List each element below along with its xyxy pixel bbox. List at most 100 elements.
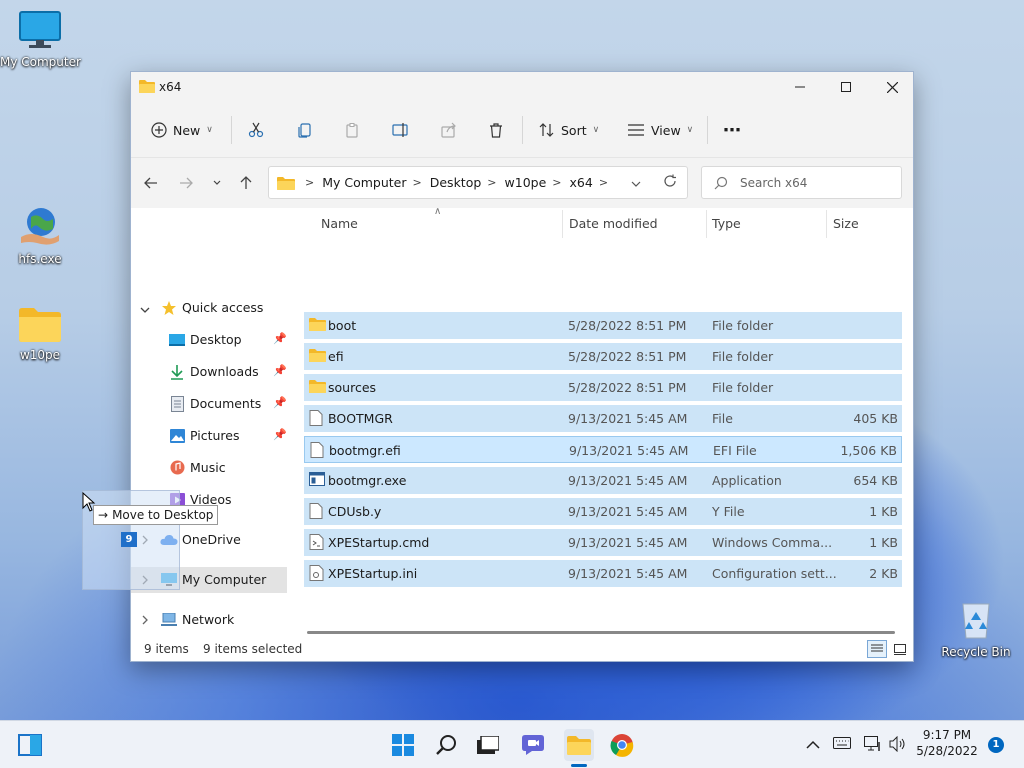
file-icon: [309, 503, 323, 519]
table-row[interactable]: bootmgr.efi 9/13/2021 5:45 AM EFI File 1…: [304, 436, 902, 463]
folder-icon: [567, 736, 591, 755]
close-button[interactable]: [869, 72, 915, 102]
network-status-button[interactable]: [864, 736, 882, 755]
more-options-button[interactable]: ⋯: [723, 116, 742, 144]
file-list: ∧ Name Date modified Type Size boot 5/28…: [291, 206, 913, 640]
desktop-icon-recycle-bin[interactable]: Recycle Bin: [936, 600, 1016, 659]
keyboard-button[interactable]: [833, 737, 851, 752]
breadcrumb-item[interactable]: x64: [570, 175, 593, 190]
sidebar-item-quick-access[interactable]: Quick access: [131, 295, 287, 321]
breadcrumb-item[interactable]: w10pe: [505, 175, 547, 190]
pictures-icon: [170, 429, 185, 443]
breadcrumb-separator: >: [552, 176, 562, 189]
task-view-widget-button[interactable]: [16, 731, 44, 759]
cut-button[interactable]: [248, 116, 264, 144]
volume-button[interactable]: [889, 735, 907, 755]
copy-button[interactable]: [297, 116, 313, 144]
search-button[interactable]: [433, 731, 461, 759]
breadcrumb-item[interactable]: My Computer: [322, 175, 406, 190]
folder-icon: [139, 80, 155, 93]
up-button[interactable]: [235, 174, 257, 192]
chat-button[interactable]: [519, 731, 547, 759]
desktop-icon: [169, 334, 185, 346]
clock-button[interactable]: 9:17 PM 5/28/2022: [912, 727, 982, 759]
chevron-up-icon: [806, 740, 820, 749]
clock-time: 9:17 PM: [922, 728, 972, 742]
recent-locations-button[interactable]: [206, 174, 228, 192]
file-date: 5/28/2022 8:51 PM: [568, 349, 687, 364]
show-hidden-icons-button[interactable]: [806, 738, 820, 752]
chevron-down-icon: ∨: [206, 125, 213, 135]
maximize-button[interactable]: [823, 72, 869, 102]
share-button[interactable]: [441, 116, 457, 144]
refresh-button[interactable]: [663, 174, 677, 191]
breadcrumb-item[interactable]: Desktop: [430, 175, 482, 190]
settings-file-icon: [309, 565, 324, 581]
new-button[interactable]: New ∨: [151, 116, 213, 144]
view-button[interactable]: View ∨: [627, 116, 693, 144]
folder-icon: [309, 318, 326, 331]
delete-button[interactable]: [488, 116, 504, 144]
table-row[interactable]: XPEStartup.ini 9/13/2021 5:45 AM Configu…: [304, 560, 902, 587]
sidebar-item-documents[interactable]: Documents 📌: [131, 391, 287, 417]
file-type: File folder: [712, 318, 774, 333]
sidebar-item-network[interactable]: Network: [131, 607, 287, 633]
sidebar-item-downloads[interactable]: Downloads 📌: [131, 359, 287, 385]
breadcrumb-separator: >: [487, 176, 497, 189]
view-label: View: [651, 122, 681, 138]
column-header-date[interactable]: Date modified: [569, 216, 658, 231]
rename-icon: [392, 123, 408, 137]
column-header-type[interactable]: Type: [712, 216, 741, 231]
folder-icon: [309, 380, 326, 393]
table-row[interactable]: XPEStartup.cmd 9/13/2021 5:45 AM Windows…: [304, 529, 902, 556]
file-date: 5/28/2022 8:51 PM: [568, 318, 687, 333]
desktop-icon-w10pe[interactable]: w10pe: [0, 305, 80, 362]
back-button[interactable]: [140, 174, 162, 192]
minimize-button[interactable]: [777, 72, 823, 102]
sidebar-item-label: Downloads: [190, 364, 259, 379]
column-header-name[interactable]: Name: [321, 216, 358, 231]
sidebar-item-pictures[interactable]: Pictures 📌: [131, 423, 287, 449]
search-input[interactable]: Search x64: [701, 166, 902, 199]
sidebar-item-music[interactable]: Music: [131, 455, 287, 481]
minimize-icon: [795, 86, 805, 88]
table-row[interactable]: BOOTMGR 9/13/2021 5:45 AM File 405 KB: [304, 405, 902, 432]
table-row[interactable]: boot 5/28/2022 8:51 PM File folder: [304, 312, 902, 339]
sidebar-item-desktop[interactable]: Desktop 📌: [131, 327, 287, 353]
address-bar[interactable]: > My Computer > Desktop > w10pe > x64 >: [268, 166, 688, 199]
file-name: XPEStartup.cmd: [328, 535, 430, 550]
desktop-icon-label: w10pe: [19, 348, 61, 362]
widgets-icon: [18, 734, 42, 756]
table-row[interactable]: bootmgr.exe 9/13/2021 5:45 AM Applicatio…: [304, 467, 902, 494]
file-name: bootmgr.exe: [328, 473, 407, 488]
tiles-view-button[interactable]: [891, 640, 909, 658]
table-row[interactable]: CDUsb.y 9/13/2021 5:45 AM Y File 1 KB: [304, 498, 902, 525]
chrome-button[interactable]: [608, 731, 636, 759]
desktop-icon-hfs[interactable]: hfs.exe: [0, 205, 80, 266]
chevron-down-icon: [140, 302, 150, 317]
folder-icon: [19, 308, 61, 342]
sidebar-item-label: Music: [190, 460, 226, 475]
table-row[interactable]: efi 5/28/2022 8:51 PM File folder: [304, 343, 902, 370]
details-view-button[interactable]: [867, 640, 887, 658]
table-row[interactable]: sources 5/28/2022 8:51 PM File folder: [304, 374, 902, 401]
large-icons-view-icon: [894, 643, 906, 655]
file-type: Application: [712, 473, 782, 488]
horizontal-scrollbar[interactable]: [307, 631, 895, 634]
sort-button[interactable]: Sort ∨: [539, 116, 599, 144]
forward-button[interactable]: [175, 174, 197, 192]
pin-icon: 📌: [273, 428, 287, 441]
sidebar-item-label: Desktop: [190, 332, 242, 347]
column-header-size[interactable]: Size: [833, 216, 859, 231]
address-dropdown-button[interactable]: [631, 176, 641, 191]
file-date: 9/13/2021 5:45 AM: [569, 443, 689, 458]
title-bar[interactable]: x64: [131, 72, 913, 102]
rename-button[interactable]: [392, 116, 410, 144]
task-view-button[interactable]: [474, 731, 502, 759]
drag-tooltip-text: Move to Desktop: [112, 508, 214, 522]
file-explorer-taskbar-button[interactable]: [564, 729, 594, 761]
notification-badge[interactable]: 1: [988, 737, 1004, 753]
start-button[interactable]: [389, 731, 417, 759]
paste-button[interactable]: [344, 116, 360, 144]
desktop-icon-my-computer[interactable]: My Computer: [0, 10, 81, 69]
